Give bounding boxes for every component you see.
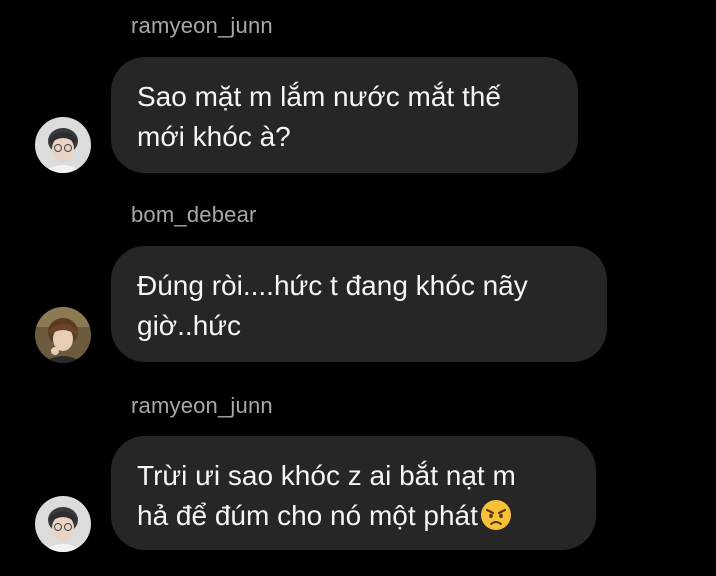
message-text-line: giờ..hức: [137, 310, 242, 341]
avatar[interactable]: [35, 307, 91, 363]
avatar-image: [35, 307, 91, 363]
message-text-line: hả để đúm cho nó một phát: [137, 496, 570, 536]
sender-username[interactable]: bom_debear: [131, 202, 257, 228]
chat-thread: ramyeon_junn Sao mặt m lắm nước mắt thế …: [0, 0, 716, 576]
message-text-line: mới khóc à?: [137, 121, 291, 152]
avatar[interactable]: [35, 117, 91, 173]
message-text: hả để đúm cho nó một phát: [137, 500, 478, 531]
message-bubble[interactable]: Trừi ưi sao khóc z ai bắt nạt m hả để đú…: [111, 436, 596, 550]
message-bubble[interactable]: Sao mặt m lắm nước mắt thế mới khóc à?: [111, 57, 578, 173]
angry-face-icon: [480, 500, 511, 530]
message-text-line: Trừi ưi sao khóc z ai bắt nạt m: [137, 460, 516, 491]
sender-username[interactable]: ramyeon_junn: [131, 393, 273, 419]
avatar-image: [35, 496, 91, 552]
avatar-image: [35, 117, 91, 173]
avatar[interactable]: [35, 496, 91, 552]
message-bubble[interactable]: Đúng ròi....hức t đang khóc nãy giờ..hức: [111, 246, 607, 362]
message-text-line: Đúng ròi....hức t đang khóc nãy: [137, 270, 528, 301]
sender-username[interactable]: ramyeon_junn: [131, 13, 273, 39]
message-text-line: Sao mặt m lắm nước mắt thế: [137, 81, 501, 112]
